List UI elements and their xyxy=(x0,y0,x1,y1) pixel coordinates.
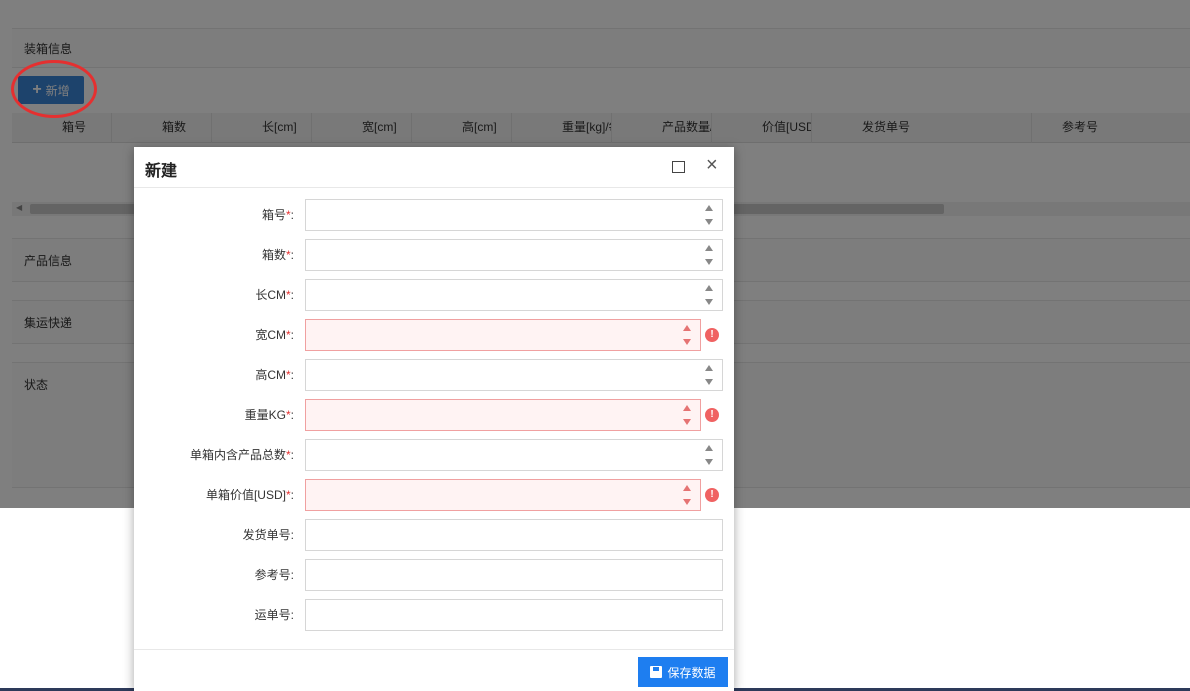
spin-up-icon[interactable] xyxy=(705,285,713,291)
form-row: 运单号: xyxy=(134,599,734,631)
number-spinner[interactable] xyxy=(703,363,715,387)
field-label-text: 单箱内含产品总数 xyxy=(189,448,286,462)
field-input[interactable] xyxy=(305,279,723,311)
error-icon: ! xyxy=(705,328,719,342)
error-icon: ! xyxy=(705,488,719,502)
field-input[interactable] xyxy=(305,359,723,391)
field-label: 宽CM*: xyxy=(134,319,294,351)
field-colon: : xyxy=(290,368,294,382)
field-label: 参考号: xyxy=(134,559,294,591)
spin-down-icon[interactable] xyxy=(683,339,691,345)
field-input[interactable] xyxy=(305,599,723,631)
form-row: 箱号*: xyxy=(134,199,734,231)
close-icon[interactable]: × xyxy=(706,155,718,175)
number-spinner[interactable] xyxy=(703,283,715,307)
field-colon: : xyxy=(290,288,294,302)
field-label-text: 宽CM xyxy=(255,328,286,342)
spin-up-icon[interactable] xyxy=(683,405,691,411)
spin-down-icon[interactable] xyxy=(705,219,713,225)
field-label-text: 重量KG xyxy=(244,408,286,422)
save-data-button[interactable]: 保存数据 xyxy=(638,657,728,687)
spin-down-icon[interactable] xyxy=(683,499,691,505)
new-dialog: 新建 × 箱号*: 箱数*: 长CM*: 宽CM*:! 高CM*: 重量KG*:! 单箱内含… xyxy=(134,147,734,691)
dialog-title: 新建 xyxy=(145,163,178,180)
dialog-header: 新建 × xyxy=(134,147,734,188)
form-row: 参考号: xyxy=(134,559,734,591)
field-colon: : xyxy=(290,448,294,462)
field-label: 单箱内含产品总数*: xyxy=(134,439,294,471)
field-colon: : xyxy=(290,528,294,542)
number-spinner[interactable] xyxy=(703,243,715,267)
field-label-text: 参考号 xyxy=(254,568,291,582)
spin-down-icon[interactable] xyxy=(683,419,691,425)
field-label: 发货单号: xyxy=(134,519,294,551)
spin-down-icon[interactable] xyxy=(705,379,713,385)
field-label: 箱号*: xyxy=(134,199,294,231)
form-row: 单箱内含产品总数*: xyxy=(134,439,734,471)
error-icon: ! xyxy=(705,408,719,422)
spin-up-icon[interactable] xyxy=(705,365,713,371)
form-row: 重量KG*:! xyxy=(134,399,734,431)
save-icon xyxy=(650,666,663,678)
field-label-text: 高CM xyxy=(255,368,286,382)
form-row: 箱数*: xyxy=(134,239,734,271)
field-label-text: 运单号 xyxy=(254,608,291,622)
annotation-circle xyxy=(11,60,97,118)
field-input[interactable] xyxy=(305,559,723,591)
spin-down-icon[interactable] xyxy=(705,299,713,305)
field-input[interactable] xyxy=(305,239,723,271)
field-colon: : xyxy=(290,608,294,622)
field-label-text: 发货单号 xyxy=(242,528,291,542)
spin-down-icon[interactable] xyxy=(705,259,713,265)
field-label: 运单号: xyxy=(134,599,294,631)
form-row: 宽CM*:! xyxy=(134,319,734,351)
field-input[interactable] xyxy=(305,199,723,231)
field-label: 箱数*: xyxy=(134,239,294,271)
spin-down-icon[interactable] xyxy=(705,459,713,465)
spin-up-icon[interactable] xyxy=(683,325,691,331)
form-row: 长CM*: xyxy=(134,279,734,311)
field-colon: : xyxy=(290,488,294,502)
field-colon: : xyxy=(290,408,294,422)
number-spinner[interactable] xyxy=(703,203,715,227)
save-data-label: 保存数据 xyxy=(667,665,716,680)
number-spinner[interactable] xyxy=(681,483,693,507)
field-input[interactable] xyxy=(305,319,701,351)
spin-up-icon[interactable] xyxy=(683,485,691,491)
field-label: 高CM*: xyxy=(134,359,294,391)
field-colon: : xyxy=(290,328,294,342)
field-label-text: 箱号 xyxy=(261,208,286,222)
field-input[interactable] xyxy=(305,519,723,551)
form-row: 单箱价值[USD]*:! xyxy=(134,479,734,511)
spin-up-icon[interactable] xyxy=(705,245,713,251)
number-spinner[interactable] xyxy=(681,323,693,347)
field-label-text: 长CM xyxy=(255,288,286,302)
number-spinner[interactable] xyxy=(681,403,693,427)
field-label: 长CM*: xyxy=(134,279,294,311)
dialog-footer: 保存数据 xyxy=(134,649,734,691)
field-input[interactable] xyxy=(305,439,723,471)
field-colon: : xyxy=(290,248,294,262)
form-row: 发货单号: xyxy=(134,519,734,551)
field-label: 重量KG*: xyxy=(134,399,294,431)
field-input[interactable] xyxy=(305,479,701,511)
number-spinner[interactable] xyxy=(703,443,715,467)
field-label: 单箱价值[USD]*: xyxy=(134,479,294,511)
field-colon: : xyxy=(290,208,294,222)
field-label-text: 单箱价值[USD] xyxy=(205,488,286,502)
spin-up-icon[interactable] xyxy=(705,445,713,451)
spin-up-icon[interactable] xyxy=(705,205,713,211)
field-colon: : xyxy=(290,568,294,582)
field-input[interactable] xyxy=(305,399,701,431)
field-label-text: 箱数 xyxy=(261,248,286,262)
form-row: 高CM*: xyxy=(134,359,734,391)
maximize-icon[interactable] xyxy=(672,161,685,173)
